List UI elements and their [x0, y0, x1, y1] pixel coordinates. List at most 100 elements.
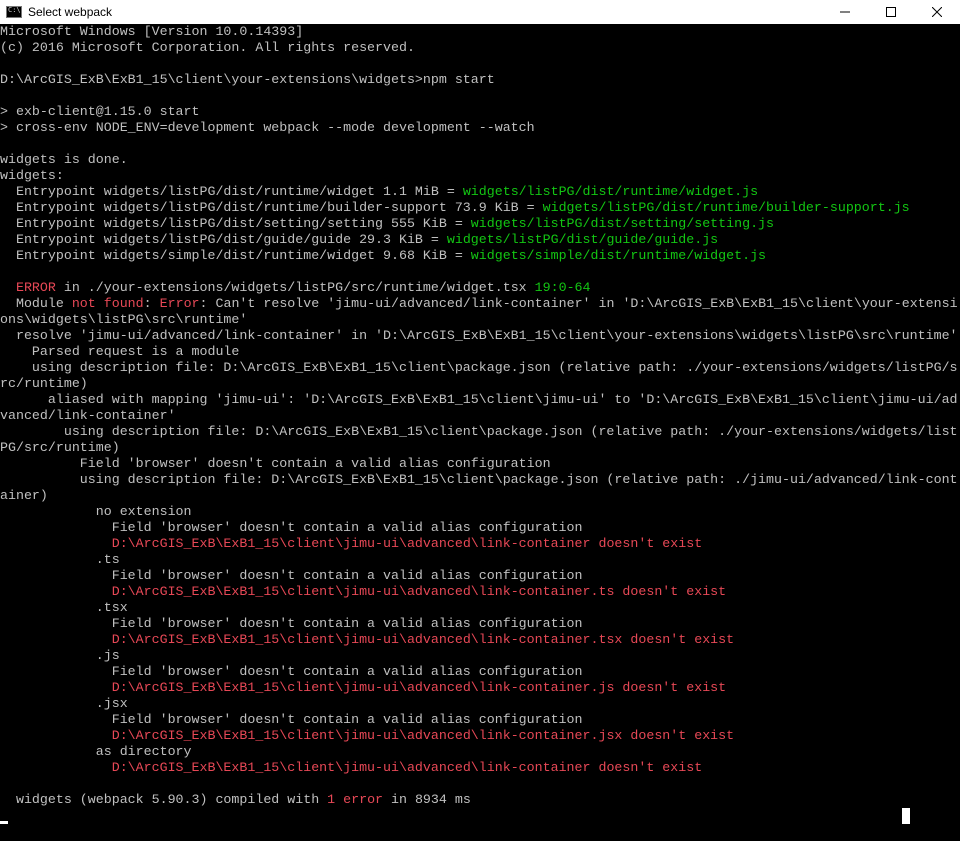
console-line: D:\ArcGIS_ExB\ExB1_15\client\jimu-ui\adv…	[0, 760, 960, 776]
console-text-segment	[0, 760, 112, 775]
console-line: Entrypoint widgets/listPG/dist/setting/s…	[0, 216, 960, 232]
console-line: Microsoft Windows [Version 10.0.14393]	[0, 24, 960, 40]
console-text-segment: (c) 2016 Microsoft Corporation. All righ…	[0, 40, 415, 55]
console-text-segment: ons\widgets\listPG\src\runtime'	[0, 312, 248, 327]
console-text-segment: 1 error	[327, 792, 384, 807]
console-text-segment	[0, 680, 112, 695]
console-text-segment: Field 'browser' doesn't contain a valid …	[0, 664, 583, 679]
console-text-segment	[0, 280, 16, 295]
console-text-segment: widgets:	[0, 168, 64, 183]
console-text-segment: .js	[0, 648, 120, 663]
console-line: vanced/link-container'	[0, 408, 960, 424]
console-window: Select webpack Microsoft Windows [Versio…	[0, 0, 960, 841]
close-icon	[932, 7, 942, 17]
console-text-segment: ainer)	[0, 488, 48, 503]
console-text-segment: D:\ArcGIS_ExB\ExB1_15\client\jimu-ui\adv…	[111, 536, 703, 551]
console-text-segment: Entrypoint widgets/listPG/dist/setting/s…	[0, 216, 471, 231]
console-line: D:\ArcGIS_ExB\ExB1_15\client\jimu-ui\adv…	[0, 728, 960, 744]
console-text-segment: widgets/listPG/dist/setting/setting.js	[470, 216, 775, 231]
console-line: Parsed request is a module	[0, 344, 960, 360]
block-cursor	[902, 808, 910, 824]
console-line: .ts	[0, 552, 960, 568]
console-line: D:\ArcGIS_ExB\ExB1_15\client\jimu-ui\adv…	[0, 632, 960, 648]
console-line: > cross-env NODE_ENV=development webpack…	[0, 120, 960, 136]
maximize-icon	[886, 7, 896, 17]
console-text-segment: in ./your-extensions/widgets/listPG/src/…	[55, 280, 535, 295]
console-text-segment: using description file: D:\ArcGIS_ExB\Ex…	[0, 472, 958, 487]
console-text-segment: Microsoft Windows [Version 10.0.14393]	[0, 24, 304, 39]
console-text-segment: .ts	[0, 552, 120, 567]
console-line: D:\ArcGIS_ExB\ExB1_15\client\jimu-ui\adv…	[0, 536, 960, 552]
console-text-segment: 19:0-64	[534, 280, 591, 295]
close-button[interactable]	[914, 0, 960, 24]
console-text-segment: widgets/listPG/dist/runtime/builder-supp…	[542, 200, 910, 215]
maximize-button[interactable]	[868, 0, 914, 24]
console-text-segment: Module	[0, 296, 72, 311]
minimize-button[interactable]	[822, 0, 868, 24]
console-text-segment: in 8934 ms	[383, 792, 471, 807]
title-bar[interactable]: Select webpack	[0, 0, 960, 24]
console-line: using description file: D:\ArcGIS_ExB\Ex…	[0, 472, 960, 488]
console-icon	[6, 6, 22, 18]
console-line: D:\ArcGIS_ExB\ExB1_15\client\your-extens…	[0, 72, 960, 88]
console-text-segment: Field 'browser' doesn't contain a valid …	[0, 456, 551, 471]
console-line: .jsx	[0, 696, 960, 712]
console-text-segment: resolve 'jimu-ui/advanced/link-container…	[0, 328, 958, 343]
console-line: > exb-client@1.15.0 start	[0, 104, 960, 120]
console-text-segment: widgets is done.	[0, 152, 128, 167]
console-line: using description file: D:\ArcGIS_ExB\Ex…	[0, 424, 960, 440]
console-line: ons\widgets\listPG\src\runtime'	[0, 312, 960, 328]
console-text-segment: widgets/listPG/dist/guide/guide.js	[446, 232, 719, 247]
console-text-segment: widgets (webpack 5.90.3) compiled with	[0, 792, 328, 807]
console-text-segment: : Can't resolve 'jimu-ui/advanced/link-c…	[199, 296, 958, 311]
console-line: .tsx	[0, 600, 960, 616]
console-text-segment: widgets/listPG/dist/runtime/widget.js	[462, 184, 759, 199]
console-line: PG/src/runtime)	[0, 440, 960, 456]
console-text-segment: D:\ArcGIS_ExB\ExB1_15\client\jimu-ui\adv…	[111, 680, 727, 695]
console-line: Field 'browser' doesn't contain a valid …	[0, 520, 960, 536]
console-line: widgets is done.	[0, 152, 960, 168]
console-text-segment: no extension	[0, 504, 192, 519]
console-line: resolve 'jimu-ui/advanced/link-container…	[0, 328, 960, 344]
console-text-segment: PG/src/runtime)	[0, 440, 120, 455]
console-text-segment: as directory	[0, 744, 192, 759]
console-text-segment: Entrypoint widgets/listPG/dist/runtime/b…	[0, 200, 543, 215]
console-text-segment: Field 'browser' doesn't contain a valid …	[0, 712, 583, 727]
console-text-segment: D:\ArcGIS_ExB\ExB1_15\client\jimu-ui\adv…	[111, 632, 735, 647]
console-line: .js	[0, 648, 960, 664]
console-text-segment: D:\ArcGIS_ExB\ExB1_15\client\jimu-ui\adv…	[111, 584, 727, 599]
console-text-segment: D:\ArcGIS_ExB\ExB1_15\client\your-extens…	[0, 72, 495, 87]
console-text-segment	[0, 632, 112, 647]
console-text-segment: Entrypoint widgets/listPG/dist/runtime/w…	[0, 184, 463, 199]
console-line: Field 'browser' doesn't contain a valid …	[0, 664, 960, 680]
console-text-segment: not found	[71, 296, 144, 311]
console-line: no extension	[0, 504, 960, 520]
console-line: aliased with mapping 'jimu-ui': 'D:\ArcG…	[0, 392, 960, 408]
window-title: Select webpack	[28, 5, 113, 19]
console-text-segment: Parsed request is a module	[0, 344, 240, 359]
console-line: Entrypoint widgets/listPG/dist/guide/gui…	[0, 232, 960, 248]
console-text-segment: using description file: D:\ArcGIS_ExB\Ex…	[0, 424, 958, 439]
console-output[interactable]: Microsoft Windows [Version 10.0.14393] (c…	[0, 24, 960, 841]
console-line: Module not found: Error: Can't resolve '…	[0, 296, 960, 312]
console-line: (c) 2016 Microsoft Corporation. All righ…	[0, 40, 960, 56]
console-text-segment: .jsx	[0, 696, 128, 711]
console-text-segment	[0, 584, 112, 599]
console-line: widgets:	[0, 168, 960, 184]
console-text-segment: Entrypoint widgets/listPG/dist/guide/gui…	[0, 232, 447, 247]
console-text-segment: :	[143, 296, 160, 311]
console-line: D:\ArcGIS_ExB\ExB1_15\client\jimu-ui\adv…	[0, 584, 960, 600]
console-line: using description file: D:\ArcGIS_ExB\Ex…	[0, 360, 960, 376]
console-text-segment: rc/runtime)	[0, 376, 88, 391]
console-text-segment: widgets/simple/dist/runtime/widget.js	[470, 248, 767, 263]
console-text-segment: > cross-env NODE_ENV=development webpack…	[0, 120, 535, 135]
text-cursor	[0, 821, 8, 824]
console-line: Field 'browser' doesn't contain a valid …	[0, 712, 960, 728]
console-text-segment: .tsx	[0, 600, 128, 615]
console-text-segment: > exb-client@1.15.0 start	[0, 104, 200, 119]
console-text-segment: Field 'browser' doesn't contain a valid …	[0, 568, 583, 583]
